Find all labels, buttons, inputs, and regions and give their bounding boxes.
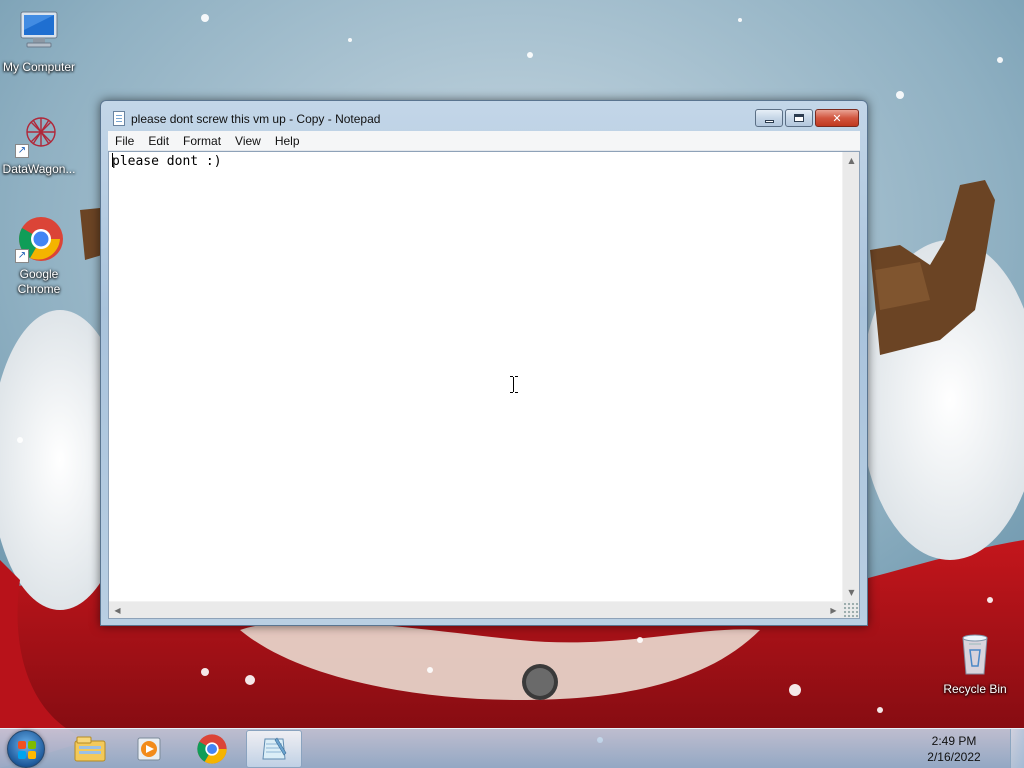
text-editor[interactable]: please dont :) ▲ ▼ ◀ ▶ bbox=[108, 151, 860, 619]
scroll-down-arrow-icon[interactable]: ▼ bbox=[843, 584, 860, 601]
desktop-icon-label: Recycle Bin bbox=[943, 682, 1007, 696]
windows-explorer-icon bbox=[74, 736, 106, 762]
notepad-icon bbox=[113, 111, 125, 126]
document-content: please dont :) bbox=[112, 154, 222, 169]
show-desktop-button[interactable] bbox=[1010, 729, 1024, 768]
document-text-area[interactable]: please dont :) bbox=[110, 153, 843, 601]
close-button[interactable]: ✕ bbox=[815, 109, 859, 127]
chrome-icon bbox=[197, 734, 227, 764]
title-bar[interactable]: please dont screw this vm up - Copy - No… bbox=[101, 101, 867, 131]
caption-buttons: ✕ bbox=[755, 109, 859, 127]
start-button[interactable] bbox=[7, 730, 45, 768]
menu-file[interactable]: File bbox=[108, 134, 141, 148]
minimize-button[interactable] bbox=[755, 109, 783, 127]
desktop-icon-label: My Computer bbox=[2, 60, 76, 74]
scroll-up-arrow-icon[interactable]: ▲ bbox=[843, 152, 860, 169]
notepad-icon bbox=[262, 737, 287, 760]
taskbar-notepad-button[interactable] bbox=[246, 730, 302, 768]
computer-icon bbox=[15, 8, 63, 56]
desktop-icon-my-computer[interactable]: My Computer bbox=[0, 8, 79, 75]
desktop-icon-google-chrome[interactable]: ↗ Google Chrome bbox=[0, 215, 79, 297]
system-clock[interactable]: 2:49 PM 2/16/2022 bbox=[914, 733, 994, 765]
clock-date: 2/16/2022 bbox=[927, 750, 981, 764]
desktop-icon-datawagon[interactable]: ↗ DataWagon... bbox=[0, 110, 79, 177]
datawagon-icon: ↗ bbox=[15, 110, 63, 158]
menu-view[interactable]: View bbox=[228, 134, 268, 148]
taskbar-explorer-button[interactable] bbox=[62, 730, 118, 768]
windows-start-orb bbox=[18, 741, 36, 759]
clock-time: 2:49 PM bbox=[931, 734, 977, 748]
menu-edit[interactable]: Edit bbox=[141, 134, 176, 148]
scroll-left-arrow-icon[interactable]: ◀ bbox=[109, 602, 126, 619]
minimize-icon bbox=[764, 119, 774, 123]
desktop-icon-recycle-bin[interactable]: Recycle Bin bbox=[935, 630, 1015, 697]
notepad-window[interactable]: please dont screw this vm up - Copy - No… bbox=[100, 100, 868, 626]
vertical-scrollbar[interactable]: ▲ ▼ bbox=[842, 152, 859, 601]
resize-grip[interactable] bbox=[842, 601, 859, 618]
desktop-icon-label: Google Chrome bbox=[17, 267, 61, 296]
taskbar-chrome-button[interactable] bbox=[184, 730, 240, 768]
horizontal-scrollbar[interactable]: ◀ ▶ bbox=[109, 601, 842, 618]
shortcut-arrow-icon: ↗ bbox=[15, 144, 29, 158]
menu-help[interactable]: Help bbox=[268, 134, 307, 148]
menu-format[interactable]: Format bbox=[176, 134, 228, 148]
close-icon: ✕ bbox=[832, 111, 842, 125]
scroll-right-arrow-icon[interactable]: ▶ bbox=[825, 602, 842, 619]
taskbar: 2:49 PM 2/16/2022 bbox=[0, 728, 1024, 768]
shortcut-arrow-icon: ↗ bbox=[15, 249, 29, 263]
menu-bar: File Edit Format View Help bbox=[108, 131, 860, 151]
maximize-button[interactable] bbox=[785, 109, 813, 127]
taskbar-media-player-button[interactable] bbox=[122, 730, 178, 768]
recycle-bin-icon bbox=[951, 630, 999, 678]
maximize-icon bbox=[794, 114, 804, 122]
chrome-icon: ↗ bbox=[15, 215, 63, 263]
window-title: please dont screw this vm up - Copy - No… bbox=[131, 112, 381, 126]
desktop-icon-label: DataWagon... bbox=[2, 162, 76, 176]
media-player-icon bbox=[137, 737, 161, 761]
